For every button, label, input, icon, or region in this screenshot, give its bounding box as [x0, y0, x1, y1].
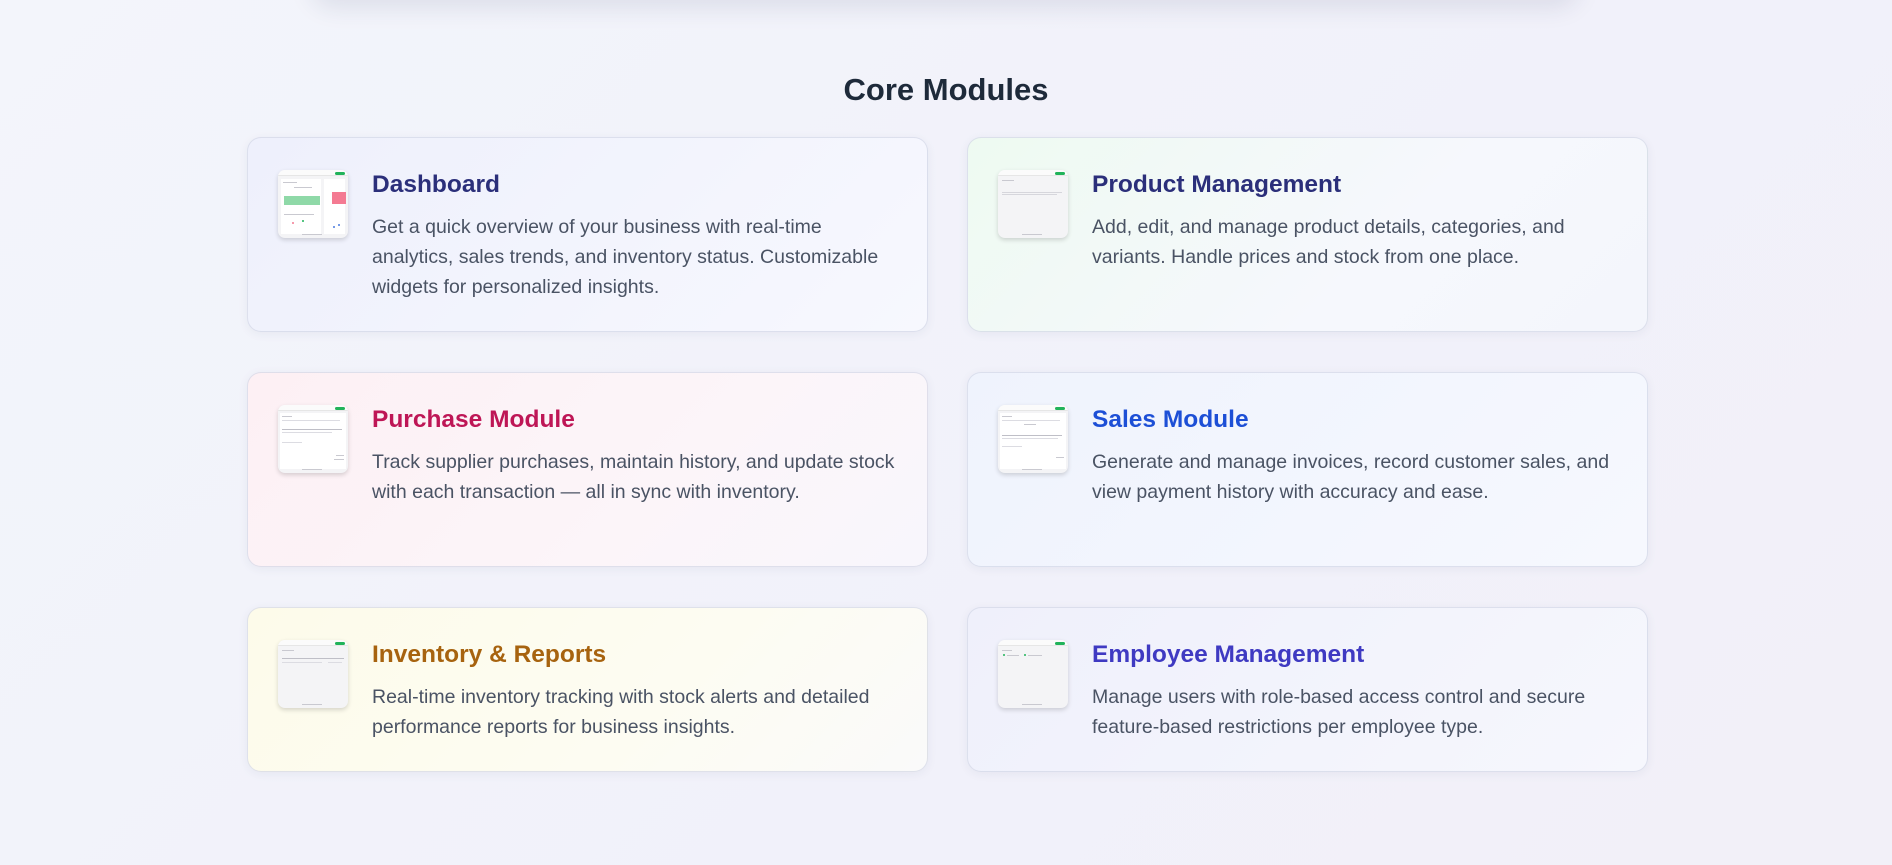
dashboard-screenshot-thumbnail: [278, 170, 348, 238]
module-card-dashboard[interactable]: Dashboard Get a quick overview of your b…: [247, 137, 928, 332]
section-title: Core Modules: [843, 72, 1049, 107]
employee-management-screenshot-thumbnail: [998, 640, 1068, 708]
module-card-employee-management[interactable]: Employee Management Manage users with ro…: [967, 607, 1648, 772]
module-card-sales-module[interactable]: Sales Module Generate and manage invoice…: [967, 372, 1648, 567]
module-description: Add, edit, and manage product details, c…: [1092, 216, 1565, 268]
module-description: Generate and manage invoices, record cus…: [1092, 451, 1610, 503]
module-card-inventory-reports[interactable]: Inventory & Reports Real-time inventory …: [247, 607, 928, 772]
module-card-purchase-module[interactable]: Purchase Module Track supplier purchases…: [247, 372, 928, 567]
inventory-reports-screenshot-thumbnail: [278, 640, 348, 708]
module-title: Dashboard: [372, 171, 500, 198]
module-title: Purchase Module: [372, 406, 575, 433]
module-description: Manage users with role-based access cont…: [1092, 686, 1586, 738]
sales-module-screenshot-thumbnail: [998, 405, 1068, 473]
module-title: Employee Management: [1092, 641, 1365, 668]
module-card-product-management[interactable]: Product Management Add, edit, and manage…: [967, 137, 1648, 332]
module-description: Get a quick overview of your business wi…: [372, 216, 879, 298]
module-description: Track supplier purchases, maintain histo…: [372, 451, 895, 503]
page: Core Modules Dashboard Get a quick overv…: [0, 0, 1892, 865]
module-title: Product Management: [1092, 171, 1342, 198]
module-description: Real-time inventory tracking with stock …: [372, 686, 870, 738]
module-title: Inventory & Reports: [372, 641, 607, 668]
product-management-screenshot-thumbnail: [998, 170, 1068, 238]
module-title: Sales Module: [1092, 406, 1249, 433]
purchase-module-screenshot-thumbnail: [278, 405, 348, 473]
